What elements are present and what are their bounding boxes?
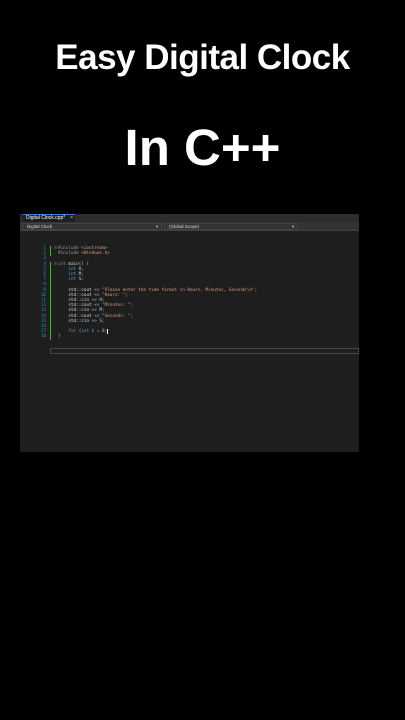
change-marker [50, 246, 51, 257]
document-tab-strip: Digital Clock.cpp* × [20, 214, 359, 222]
tab-digital-clock-cpp[interactable]: Digital Clock.cpp* × [23, 214, 75, 222]
close-icon[interactable]: × [70, 215, 73, 222]
scope-dropdown-value: (Global Scope) [169, 224, 200, 229]
chevron-down-icon: ▼ [155, 224, 159, 229]
video-title-line-2: In C++ [124, 119, 281, 176]
code-line[interactable]: 18} [20, 334, 359, 339]
project-dropdown-value: Digital Clock [27, 224, 53, 229]
code-text: } [58, 334, 61, 340]
chevron-down-icon: ▼ [291, 224, 295, 229]
video-title-line-1: Easy Digital Clock [55, 38, 350, 77]
project-dropdown[interactable]: Digital Clock ▼ [22, 223, 162, 230]
line-number: 18 [40, 334, 46, 340]
navigation-bar: Digital Clock ▼ (Global Scope) ▼ [20, 222, 359, 231]
current-line-highlight [50, 348, 359, 354]
ide-window: Digital Clock.cpp* × Digital Clock ▼ (Gl… [20, 214, 359, 452]
tab-label: Digital Clock.cpp* [26, 215, 66, 221]
change-marker [50, 261, 51, 340]
scope-dropdown[interactable]: (Global Scope) ▼ [164, 223, 298, 230]
code-editor[interactable]: 1 ⊟ #include <iostream> 2 #include <Windows.… [20, 231, 359, 452]
